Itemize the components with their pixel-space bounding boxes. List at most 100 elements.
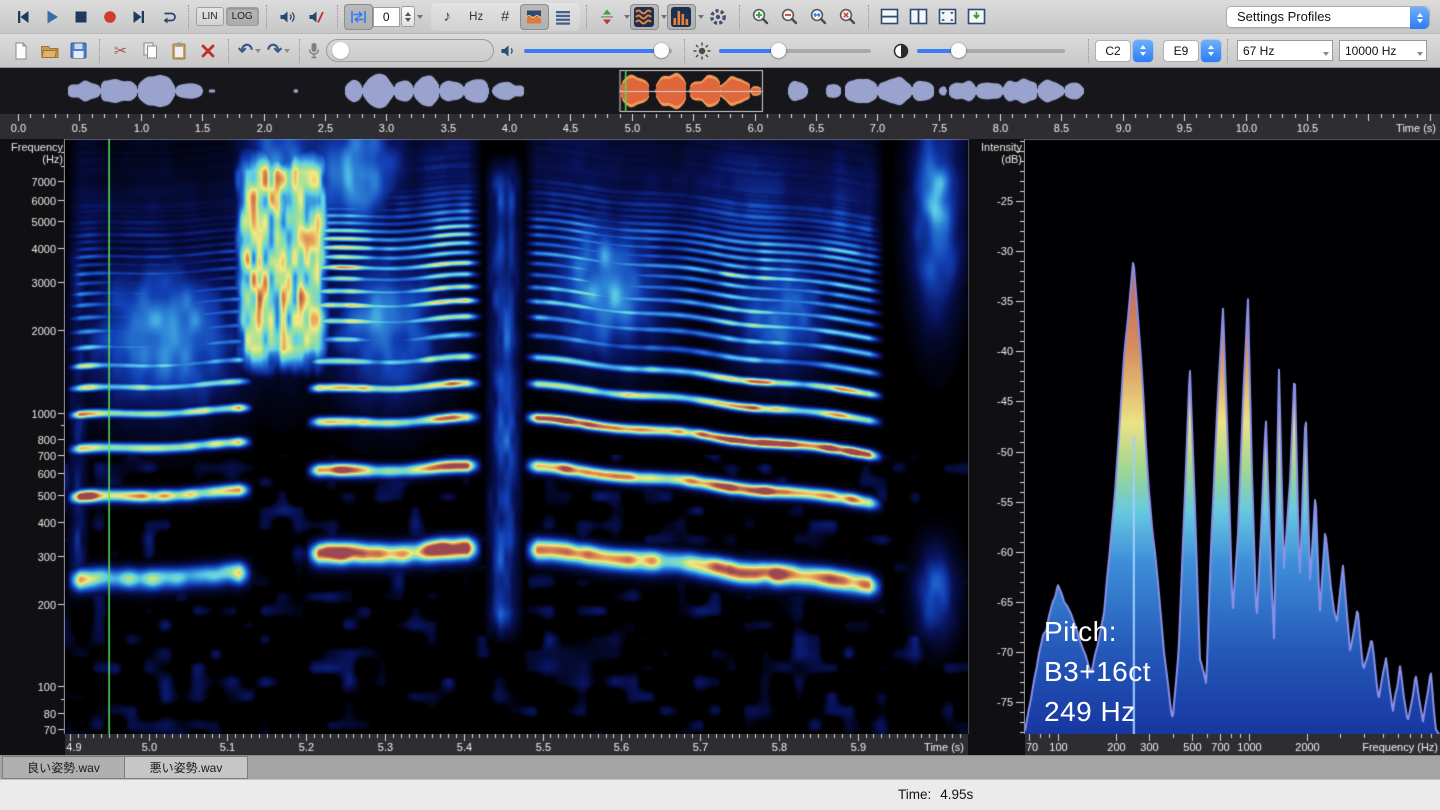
save-file-icon <box>68 40 89 61</box>
volume-knob[interactable] <box>654 43 669 58</box>
redo-button[interactable]: ↷ <box>264 38 293 64</box>
waveform-view-icon <box>524 7 544 27</box>
open-file-button[interactable] <box>35 38 64 64</box>
intensity-axis <box>968 139 1025 755</box>
log-scale-button[interactable]: LOG <box>226 7 259 26</box>
spectrogram-menu-chevron-icon[interactable] <box>661 15 667 19</box>
pitch-offset-menu-chevron-icon[interactable] <box>417 15 423 19</box>
record-button[interactable] <box>95 4 124 30</box>
pitch-readout: Pitch: B3+16ct 249 Hz <box>1044 612 1151 731</box>
copy-button[interactable] <box>135 38 164 64</box>
loop-button[interactable] <box>153 4 182 30</box>
stop-button[interactable] <box>66 4 95 30</box>
paste-button[interactable] <box>164 38 193 64</box>
delete-button[interactable] <box>193 38 222 64</box>
new-file-button[interactable] <box>6 38 35 64</box>
layout-rows-button[interactable] <box>875 4 904 30</box>
waveform-view-button[interactable] <box>520 4 549 30</box>
gear-icon <box>707 6 729 28</box>
brightness-slider[interactable] <box>719 43 871 59</box>
microphone-icon <box>306 40 322 62</box>
spectrogram-canvas[interactable] <box>65 139 968 734</box>
tab-file-2[interactable]: 悪い姿勢.wav <box>125 756 248 779</box>
note-range-low-stepper[interactable] <box>1133 40 1153 62</box>
zoom-out-icon <box>779 6 800 27</box>
contrast-knob[interactable] <box>951 43 966 58</box>
undo-menu-chevron-icon[interactable] <box>255 49 261 53</box>
split-views-menu-chevron-icon[interactable] <box>624 15 630 19</box>
volume-slider[interactable] <box>524 43 672 59</box>
linear-scale-button[interactable]: LIN <box>196 7 224 26</box>
pitch-offset-value: 0 <box>383 10 390 24</box>
play-button[interactable] <box>37 4 66 30</box>
zoom-out-button[interactable] <box>775 4 804 30</box>
split-views-button[interactable] <box>593 4 622 30</box>
note-range-high-stepper[interactable] <box>1201 40 1221 62</box>
settings-button[interactable] <box>704 4 733 30</box>
layout-detach-button[interactable] <box>962 4 991 30</box>
cut-icon: ✂ <box>114 41 127 61</box>
overview-time-ruler[interactable] <box>0 114 1440 139</box>
layout-columns-button[interactable] <box>904 4 933 30</box>
frequency-max-value: 10000 Hz <box>1345 44 1396 58</box>
spectrum-menu-chevron-icon[interactable] <box>698 15 704 19</box>
hz-icon: Hz <box>469 11 483 23</box>
spectrogram-view-button[interactable] <box>630 4 659 30</box>
paste-icon <box>169 40 189 61</box>
zoom-in-button[interactable] <box>746 4 775 30</box>
contrast-slider[interactable] <box>917 43 1065 59</box>
mute-button[interactable] <box>302 4 331 30</box>
file-tab-bar: 良い姿勢.wav 悪い姿勢.wav <box>0 755 1440 779</box>
cut-button[interactable]: ✂ <box>106 38 135 64</box>
settings-profiles-select[interactable]: Settings Profiles <box>1226 6 1430 28</box>
overview-waveform[interactable] <box>0 68 1440 114</box>
spectrogram-view-icon <box>633 6 655 28</box>
copy-icon <box>140 40 160 61</box>
pitch-offset-field[interactable]: 0 <box>373 7 400 27</box>
pitch-note-value: B3+16ct <box>1044 652 1151 692</box>
tab-file-1[interactable]: 良い姿勢.wav <box>2 756 125 779</box>
frequency-min-combo[interactable]: 67 Hz <box>1237 40 1333 61</box>
note-range-high-field[interactable]: E9 <box>1163 40 1199 62</box>
zoom-fit-width-button[interactable] <box>804 4 833 30</box>
brightness-knob[interactable] <box>771 43 786 58</box>
hz-display-button[interactable]: Hz <box>462 4 491 30</box>
layout-columns-icon <box>908 6 929 27</box>
status-bar: Time:4.95s <box>0 779 1440 810</box>
undo-button[interactable]: ↶ <box>235 38 264 64</box>
spectrum-view-button[interactable] <box>667 4 696 30</box>
sharp-display-button[interactable]: # <box>491 4 520 30</box>
frequency-max-combo[interactable]: 10000 Hz <box>1339 40 1427 61</box>
spectrogram-time-ruler[interactable] <box>65 734 968 755</box>
mic-level-slider[interactable] <box>326 39 494 62</box>
frequency-min-chevron-icon <box>1323 52 1329 56</box>
display-mode-group: ♪ Hz # <box>431 3 580 31</box>
note-range-low-field[interactable]: C2 <box>1095 40 1131 62</box>
skip-to-start-button[interactable] <box>8 4 37 30</box>
frequency-axis <box>0 139 65 755</box>
layout-maximize-button[interactable] <box>933 4 962 30</box>
spectrum-view-icon <box>670 6 692 28</box>
file-toolbar: ✂ ↶ ↷ C2 E9 67 Hz 10000 Hz <box>0 34 1440 68</box>
speaker-muted-icon <box>306 7 326 27</box>
follow-playback-button[interactable] <box>344 4 373 30</box>
play-icon <box>42 7 62 27</box>
pitch-offset-stepper[interactable] <box>401 6 415 27</box>
redo-icon: ↷ <box>267 40 282 61</box>
loop-icon <box>158 7 178 27</box>
skip-to-end-button[interactable] <box>124 4 153 30</box>
list-view-button[interactable] <box>549 4 578 30</box>
contrast-icon <box>891 41 911 61</box>
volume-speaker-icon <box>498 41 518 61</box>
note-display-button[interactable]: ♪ <box>433 4 462 30</box>
undo-icon: ↶ <box>238 40 253 61</box>
audio-output-button[interactable] <box>273 4 302 30</box>
settings-profiles-stepper-icon <box>1410 7 1429 29</box>
redo-menu-chevron-icon[interactable] <box>284 49 290 53</box>
save-file-button[interactable] <box>64 38 93 64</box>
spectrum-frequency-ruler[interactable] <box>1025 734 1440 755</box>
mic-level-knob[interactable] <box>332 42 349 59</box>
zoom-reset-button[interactable] <box>833 4 862 30</box>
pitch-label: Pitch: <box>1044 612 1151 652</box>
note-range-high-value: E9 <box>1174 44 1189 58</box>
